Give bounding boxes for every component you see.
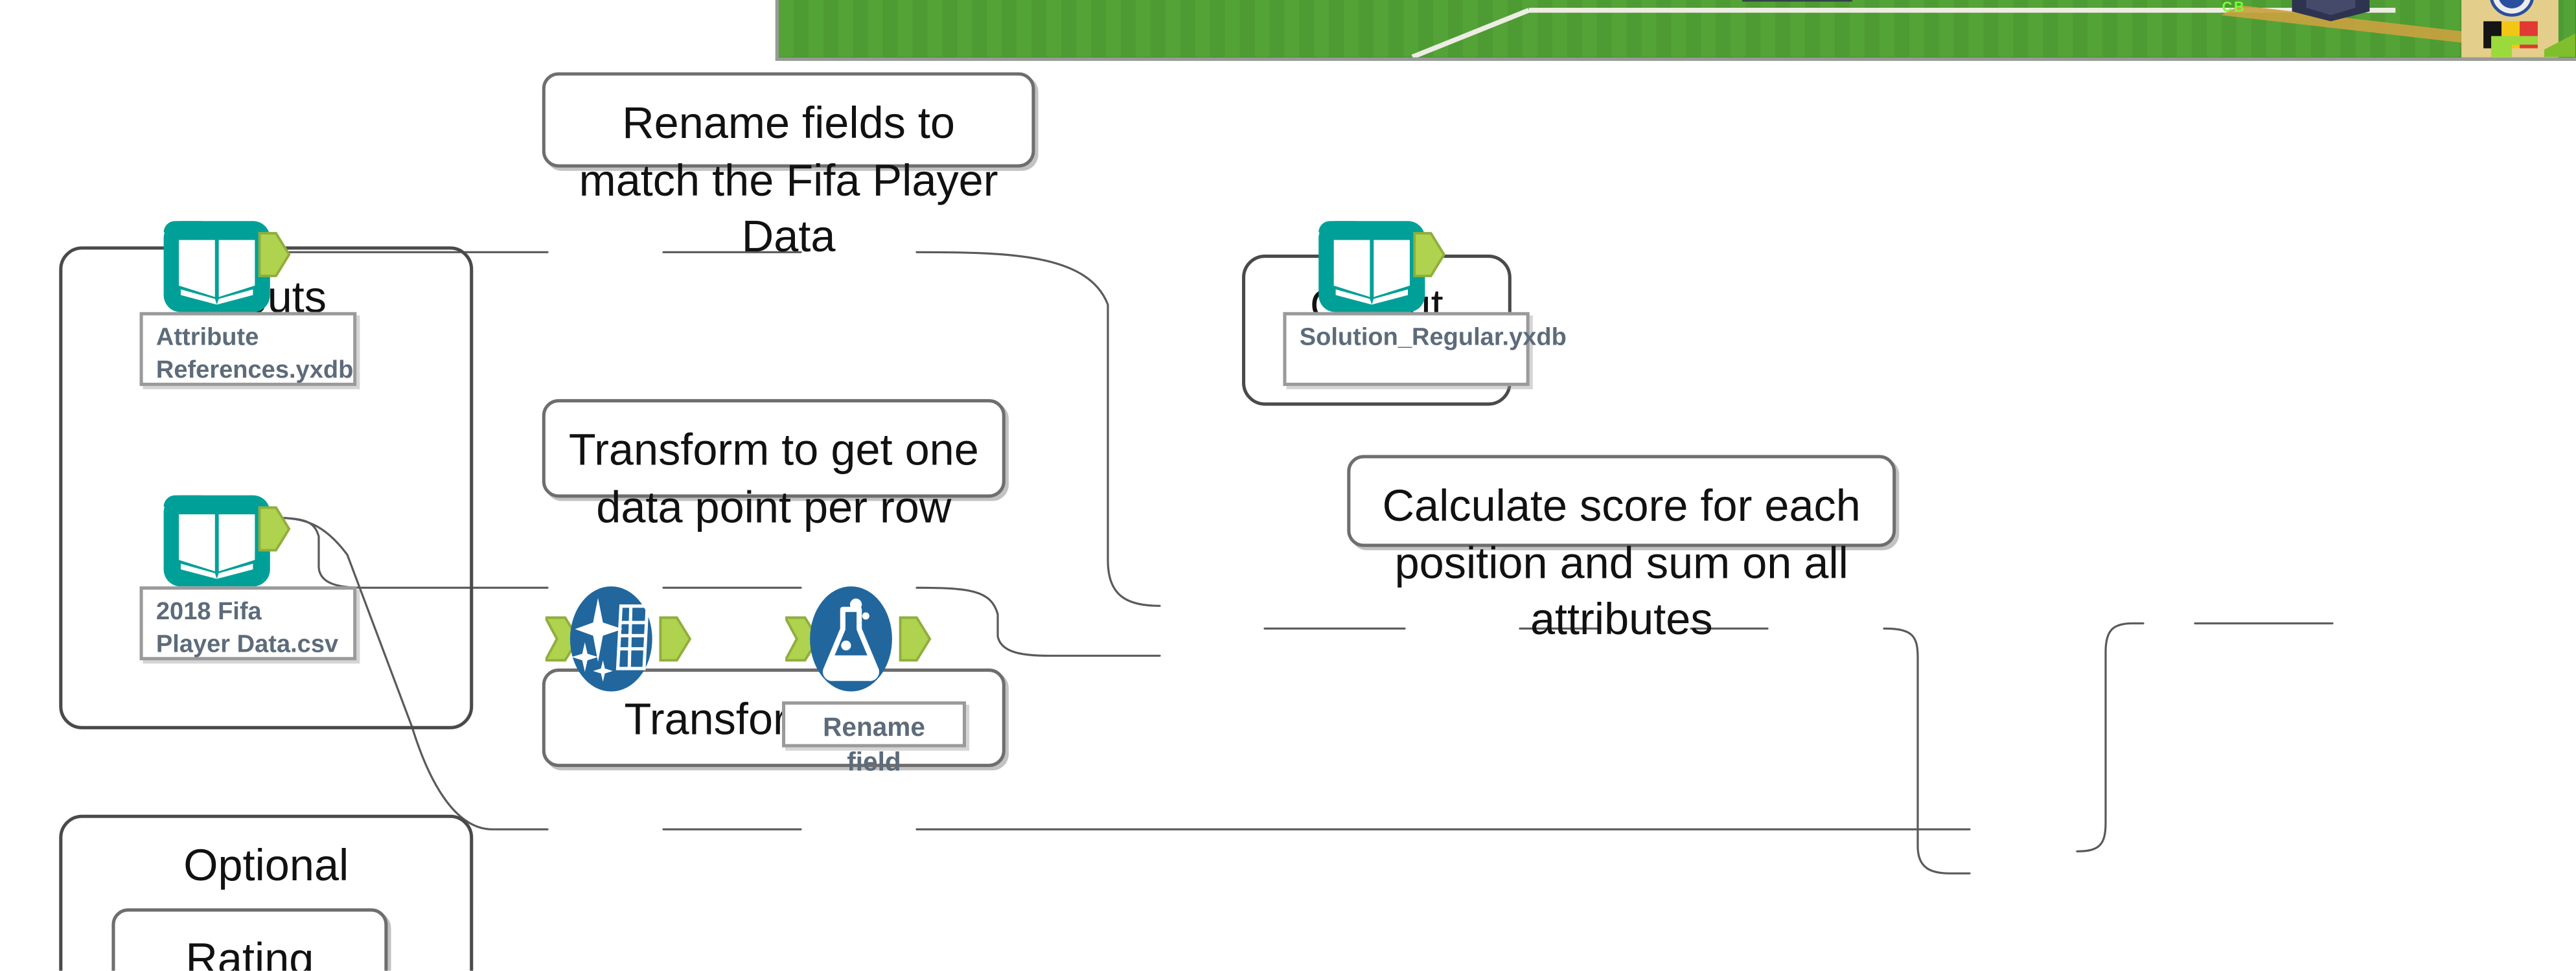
comment-rating-coefficients[interactable]: Rating Coefficients [111, 908, 388, 971]
anchor-output-input1[interactable] [257, 227, 293, 282]
tool-input-attribute-references[interactable] [156, 202, 270, 312]
label-rename-field: Rename field [782, 701, 966, 777]
comment-rating-coefficients-text: Rating Coefficients [185, 934, 314, 971]
tool-output-solution-regular[interactable] [1311, 202, 1425, 312]
comment-calculate-score-text: Calculate score for each position and su… [1382, 481, 1861, 645]
comment-rename-fields[interactable]: Rename fields to match the Fifa Player D… [542, 72, 1035, 261]
container-optional-title: Optional [183, 841, 349, 891]
label-attribute-references: Attribute References.yxdb [139, 312, 357, 386]
dynamic-rename-icon [810, 586, 892, 692]
wire-join2-sort [2076, 622, 2145, 852]
position-badge-label: CB [2222, 0, 2246, 16]
data-cleansing-icon [569, 586, 652, 692]
wire-transpose-join1R [915, 586, 1161, 657]
anchor-output-cleanse[interactable] [657, 611, 693, 667]
label-solution-regular: Solution_Regular.yxdb [1283, 312, 1567, 386]
workflow-canvas[interactable]: CB Optional Rename fields to match the F… [0, 0, 2576, 971]
anchor-output-dynrename[interactable] [897, 611, 934, 667]
anchor-output-solution[interactable] [1411, 227, 1447, 282]
wire-select2-join2R [1883, 627, 1971, 874]
fifa-game-screenshot [776, 0, 2576, 60]
comment-calculate-score[interactable]: Calculate score for each position and su… [1347, 455, 1896, 644]
tool-data-cleansing[interactable] [568, 583, 654, 694]
comment-transform-rows-text: Transform to get one data point per row [568, 425, 979, 532]
label-fifa-player-data: 2018 Fifa Player Data.csv [139, 586, 357, 661]
comment-transform-rows[interactable]: Transform to get one data point per row [542, 399, 1006, 531]
comment-rename-fields-text: Rename fields to match the Fifa Player D… [579, 98, 998, 262]
anchor-output-input2[interactable] [257, 501, 293, 556]
tool-dynamic-rename[interactable] [809, 583, 894, 694]
tool-input-fifa-player-data[interactable] [156, 476, 270, 587]
